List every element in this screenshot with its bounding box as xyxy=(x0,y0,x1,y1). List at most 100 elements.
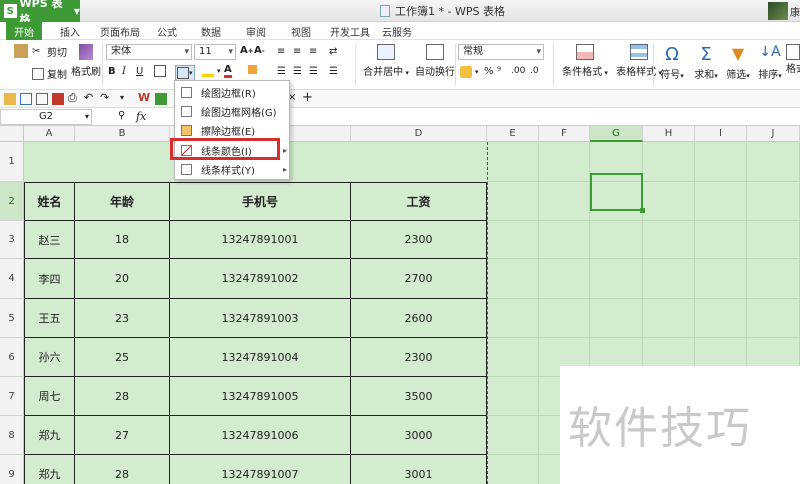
app-menu-button[interactable]: S WPS 表格 ▼ xyxy=(0,0,80,26)
tab-review[interactable]: 审阅 xyxy=(246,24,266,39)
tab-data[interactable]: 数据 xyxy=(201,24,221,39)
table-cell[interactable]: 28 xyxy=(75,377,170,416)
sort-button[interactable]: ↓A 排序▾ xyxy=(752,44,788,81)
decrease-decimal-button[interactable]: .0 xyxy=(530,66,539,76)
row-header-6[interactable]: 6 xyxy=(0,338,24,377)
table-cell[interactable]: 3001 xyxy=(351,455,487,484)
tab-view[interactable]: 视图 xyxy=(291,24,311,39)
table-cell[interactable]: 13247891006 xyxy=(170,416,351,455)
table-cell[interactable]: 郑九 xyxy=(24,455,75,484)
table-header-cell[interactable]: 手机号 xyxy=(170,182,351,221)
table-cell[interactable]: 赵三 xyxy=(24,221,75,259)
font-size-select[interactable]: 11 xyxy=(194,44,236,60)
table-header-cell[interactable]: 工资 xyxy=(351,182,487,221)
font-name-select[interactable]: 宋体 xyxy=(106,44,192,60)
borders-button[interactable] xyxy=(154,65,169,77)
wps-w-icon[interactable]: W xyxy=(138,91,150,104)
fill-color-button[interactable]: ▾ xyxy=(202,65,221,77)
row-header-3[interactable]: 3 xyxy=(0,221,24,259)
select-all-corner[interactable] xyxy=(0,126,24,142)
tab-developer[interactable]: 开发工具 xyxy=(330,24,370,39)
customize-toolbar-icon[interactable]: ▾ xyxy=(120,93,132,105)
row-header-2[interactable]: 2 xyxy=(0,182,24,221)
print-preview-icon[interactable] xyxy=(36,93,48,105)
thousands-button[interactable]: ⁹ xyxy=(497,66,501,77)
table-cell[interactable]: 2600 xyxy=(351,299,487,338)
open-folder-icon[interactable] xyxy=(4,93,16,105)
align-top-button[interactable]: ≡ xyxy=(277,46,285,57)
row-header-7[interactable]: 7 xyxy=(0,377,24,416)
conditional-format-button[interactable]: 条件格式 ▾ xyxy=(554,44,616,78)
table-cell[interactable]: 孙六 xyxy=(24,338,75,377)
selected-cell-g2[interactable] xyxy=(590,173,645,213)
column-header-a[interactable]: A xyxy=(24,126,75,142)
auto-wrap-button[interactable]: 自动换行 xyxy=(410,44,460,78)
table-header-cell[interactable]: 姓名 xyxy=(24,182,75,221)
shrink-font-button[interactable]: A- xyxy=(254,45,265,56)
zoom-icon[interactable]: ⚲ xyxy=(118,110,125,121)
table-cell[interactable]: 13247891007 xyxy=(170,455,351,484)
tab-cloud[interactable]: 云服务 xyxy=(382,24,412,39)
export-pdf-icon[interactable] xyxy=(52,93,64,105)
print-icon[interactable]: ⎙ xyxy=(68,91,80,104)
fx-icon[interactable]: fx xyxy=(136,110,146,123)
tab-home[interactable]: 开始 xyxy=(6,22,42,40)
column-header-f[interactable]: F xyxy=(539,126,590,142)
column-header-h[interactable]: H xyxy=(643,126,695,142)
table-cell[interactable]: 王五 xyxy=(24,299,75,338)
tab-page-layout[interactable]: 页面布局 xyxy=(100,24,140,39)
name-box[interactable]: G2 xyxy=(0,109,92,125)
align-center-button[interactable]: ☰ xyxy=(293,66,302,77)
table-cell[interactable]: 27 xyxy=(75,416,170,455)
tab-formulas[interactable]: 公式 xyxy=(157,24,177,39)
justify-button[interactable]: ☰ xyxy=(329,66,338,77)
symbol-button[interactable]: Ω 符号▾ xyxy=(654,44,690,81)
table-cell[interactable]: 25 xyxy=(75,338,170,377)
table-cell[interactable]: 13247891004 xyxy=(170,338,351,377)
menu-item-draw-border[interactable]: 绘图边框(R) xyxy=(175,83,291,102)
filter-button[interactable]: ▼ 筛选▾ xyxy=(720,44,756,81)
menu-item-draw-border-grid[interactable]: 绘图边框网格(G) xyxy=(175,102,291,121)
italic-button[interactable]: I xyxy=(122,66,126,77)
underline-button[interactable]: U xyxy=(136,66,143,77)
table-cell[interactable]: 28 xyxy=(75,455,170,484)
table-cell[interactable]: 23 xyxy=(75,299,170,338)
column-header-j[interactable]: J xyxy=(747,126,800,142)
column-header-d[interactable]: D xyxy=(351,126,487,142)
sum-button[interactable]: Σ 求和▾ xyxy=(688,44,724,81)
save-icon[interactable] xyxy=(20,93,32,105)
increase-decimal-button[interactable]: .00 xyxy=(511,66,525,76)
table-cell[interactable]: 13247891005 xyxy=(170,377,351,416)
table-cell[interactable]: 13247891001 xyxy=(170,221,351,259)
bold-button[interactable]: B xyxy=(108,66,116,77)
column-header-g[interactable]: G xyxy=(590,126,643,142)
column-header-i[interactable]: I xyxy=(695,126,747,142)
format-button[interactable]: 格式 xyxy=(786,44,800,75)
avatar[interactable] xyxy=(768,2,788,20)
sheet-tab-icon[interactable] xyxy=(155,93,167,105)
table-cell[interactable]: 3500 xyxy=(351,377,487,416)
table-cell[interactable]: 李四 xyxy=(24,259,75,299)
table-cell[interactable]: 20 xyxy=(75,259,170,299)
wrap-icon-button[interactable]: ⇄ xyxy=(329,46,337,57)
row-header-5[interactable]: 5 xyxy=(0,299,24,338)
row-header-9[interactable]: 9 xyxy=(0,455,24,484)
table-cell[interactable]: 2700 xyxy=(351,259,487,299)
row-header-4[interactable]: 4 xyxy=(0,259,24,299)
menu-item-line-style[interactable]: 线条样式(Y) ▸ xyxy=(175,160,291,179)
clear-format-button[interactable] xyxy=(248,65,260,74)
align-middle-button[interactable]: ≡ xyxy=(293,46,301,57)
number-format-select[interactable]: 常规 xyxy=(458,44,544,60)
table-cell[interactable]: 2300 xyxy=(351,221,487,259)
borders-dropdown-button[interactable]: ▾ xyxy=(175,65,195,81)
table-cell[interactable]: 13247891003 xyxy=(170,299,351,338)
redo-icon[interactable]: ↷ xyxy=(100,91,112,104)
align-left-button[interactable]: ☰ xyxy=(277,66,286,77)
font-color-button[interactable]: A xyxy=(224,64,232,78)
row-header-1[interactable]: 1 xyxy=(0,142,24,182)
undo-icon[interactable]: ↶ xyxy=(84,91,96,104)
align-bottom-button[interactable]: ≡ xyxy=(309,46,317,57)
table-cell[interactable]: 3000 xyxy=(351,416,487,455)
column-header-e[interactable]: E xyxy=(487,126,539,142)
align-right-button[interactable]: ☰ xyxy=(309,66,318,77)
